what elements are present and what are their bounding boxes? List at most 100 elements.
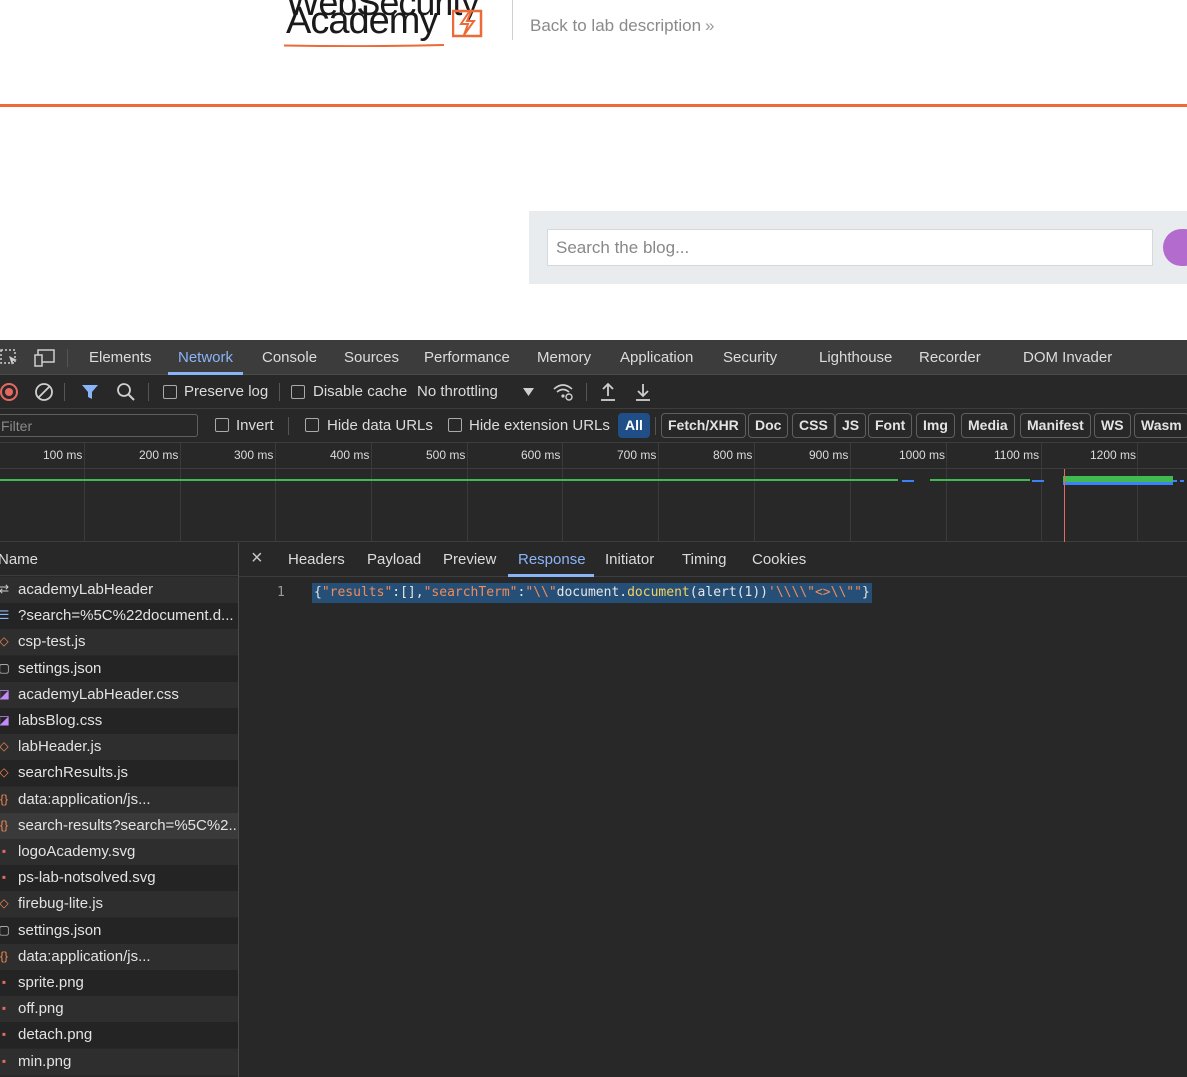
response-token: "results": [321, 585, 393, 600]
network-timeline-overview[interactable]: 100 ms 200 ms 300 ms 400 ms 500 ms 600 m…: [0, 443, 1187, 542]
tab-security[interactable]: Security: [723, 349, 777, 366]
request-row[interactable]: ◪ academyLabHeader.css: [0, 682, 238, 708]
request-detail-tabs: × Headers Payload Preview Response Initi…: [239, 543, 1187, 577]
hide-data-urls-checkbox[interactable]: [305, 418, 319, 432]
tab-dom-invader[interactable]: DOM Invader: [1023, 349, 1112, 366]
load-event-marker: [1064, 469, 1065, 542]
timeline-label: 400 ms: [330, 448, 370, 462]
script-icon: ◇: [0, 896, 9, 910]
invert-checkbox[interactable]: [215, 418, 229, 432]
detail-tab-response[interactable]: Response: [518, 551, 586, 568]
tab-elements[interactable]: Elements: [89, 349, 152, 366]
detail-tab-payload[interactable]: Payload: [367, 551, 421, 568]
filter-pill-font[interactable]: Font: [868, 413, 913, 438]
tab-application[interactable]: Application: [620, 349, 693, 366]
request-row[interactable]: {} search-results?search=%5C%2...: [0, 813, 238, 839]
script-icon: ◇: [0, 634, 9, 648]
search-icon[interactable]: [116, 382, 136, 402]
tab-lighthouse[interactable]: Lighthouse: [819, 349, 892, 366]
tab-separator: [67, 349, 68, 367]
tab-console[interactable]: Console: [262, 349, 317, 366]
response-viewer[interactable]: 1 {"results":[],"searchTerm":"\\"documen…: [239, 577, 1187, 1077]
request-row[interactable]: {} data:application/js...: [0, 787, 238, 813]
detail-tab-cookies[interactable]: Cookies: [752, 551, 806, 568]
request-row[interactable]: {} data:application/js...: [0, 944, 238, 970]
blog-search-input[interactable]: Search the blog...: [547, 229, 1153, 266]
request-row[interactable]: ◇ firebug-lite.js: [0, 891, 238, 917]
request-row[interactable]: ◇ csp-test.js: [0, 629, 238, 655]
request-row[interactable]: ▢ settings.json: [0, 918, 238, 944]
disable-cache-checkbox[interactable]: [291, 385, 305, 399]
json-icon: {}: [0, 949, 8, 963]
preserve-log-label: Preserve log: [184, 383, 269, 400]
filter-pill-fetch-xhr[interactable]: Fetch/XHR: [661, 413, 746, 438]
close-icon[interactable]: ×: [251, 547, 263, 570]
timeline-label: 1200 ms: [1090, 448, 1137, 462]
filter-pill-wasm[interactable]: Wasm: [1134, 413, 1187, 438]
response-body-line[interactable]: {"results":[],"searchTerm":"\\"document.…: [312, 583, 872, 603]
line-number: 1: [277, 585, 285, 600]
request-name: data:application/js...: [18, 948, 151, 965]
request-name: logoAcademy.svg: [18, 843, 136, 860]
filter-pill-ws[interactable]: WS: [1094, 413, 1131, 438]
detail-tab-preview[interactable]: Preview: [443, 551, 496, 568]
request-row[interactable]: ▪ sprite.png: [0, 970, 238, 996]
request-row[interactable]: ▪ off.png: [0, 996, 238, 1022]
tab-performance[interactable]: Performance: [424, 349, 510, 366]
inspect-element-icon[interactable]: [0, 349, 20, 367]
request-list-header[interactable]: Name: [0, 543, 238, 576]
hide-extension-urls-checkbox[interactable]: [448, 418, 462, 432]
header-divider: [512, 0, 513, 40]
preserve-log-checkbox[interactable]: [163, 385, 177, 399]
websocket-icon: ⇄: [0, 582, 10, 596]
request-row[interactable]: ▢ settings.json: [0, 656, 238, 682]
filter-pill-manifest[interactable]: Manifest: [1020, 413, 1091, 438]
dropdown-arrow-icon[interactable]: [523, 388, 534, 396]
request-row[interactable]: ◇ searchResults.js: [0, 760, 238, 786]
request-row[interactable]: ▪ logoAcademy.svg: [0, 839, 238, 865]
network-conditions-icon[interactable]: [552, 381, 574, 403]
import-har-icon[interactable]: [599, 382, 617, 402]
request-row[interactable]: ▪ detach.png: [0, 1022, 238, 1048]
request-name: off.png: [18, 1000, 64, 1017]
header-rule: [0, 104, 1187, 107]
filter-pill-css[interactable]: CSS: [792, 413, 835, 438]
request-row[interactable]: ☰ ?search=%5C%22document.d...: [0, 603, 238, 629]
request-row[interactable]: ◪ labsBlog.css: [0, 708, 238, 734]
detail-tab-timing[interactable]: Timing: [682, 551, 726, 568]
timeline-gridline: [371, 443, 372, 542]
record-stop-icon[interactable]: [0, 382, 20, 402]
tab-memory[interactable]: Memory: [537, 349, 591, 366]
response-token: '\\\\"<>\\"": [768, 585, 862, 600]
tab-sources[interactable]: Sources: [344, 349, 399, 366]
toolbar-separator: [148, 383, 149, 401]
document-icon: ☰: [0, 608, 10, 622]
websecurity-academy-logo[interactable]: WebSecurity Academy: [284, 0, 509, 54]
lab-page: WebSecurity Academy Back to lab descript…: [0, 0, 1187, 340]
filter-pill-img[interactable]: Img: [916, 413, 955, 438]
filter-pill-media[interactable]: Media: [961, 413, 1015, 438]
detail-tab-headers[interactable]: Headers: [288, 551, 345, 568]
request-row[interactable]: ⇄ academyLabHeader: [0, 577, 238, 603]
toolbar-separator: [586, 383, 587, 401]
clear-icon[interactable]: [34, 382, 54, 402]
tab-recorder[interactable]: Recorder: [919, 349, 981, 366]
name-column-header: Name: [0, 551, 39, 568]
throttling-select[interactable]: No throttling: [417, 383, 498, 400]
filter-pill-all[interactable]: All: [618, 413, 650, 438]
timeline-gridline: [180, 443, 181, 542]
back-to-lab-link[interactable]: Back to lab description»: [530, 16, 715, 36]
export-har-icon[interactable]: [634, 382, 652, 402]
filter-pill-js[interactable]: JS: [835, 413, 867, 438]
request-row[interactable]: ◇ labHeader.js: [0, 734, 238, 760]
tab-network[interactable]: Network: [178, 349, 233, 366]
filter-pill-doc[interactable]: Doc: [748, 413, 789, 438]
filter-input[interactable]: Filter: [0, 414, 198, 437]
device-toolbar-icon[interactable]: [34, 349, 56, 367]
filter-icon[interactable]: [81, 383, 99, 401]
request-row[interactable]: ▪ min.png: [0, 1049, 238, 1075]
detail-tab-initiator[interactable]: Initiator: [605, 551, 654, 568]
request-row[interactable]: ▪ ps-lab-notsolved.svg: [0, 865, 238, 891]
filter-separator: [655, 417, 656, 435]
request-name: settings.json: [18, 660, 102, 677]
